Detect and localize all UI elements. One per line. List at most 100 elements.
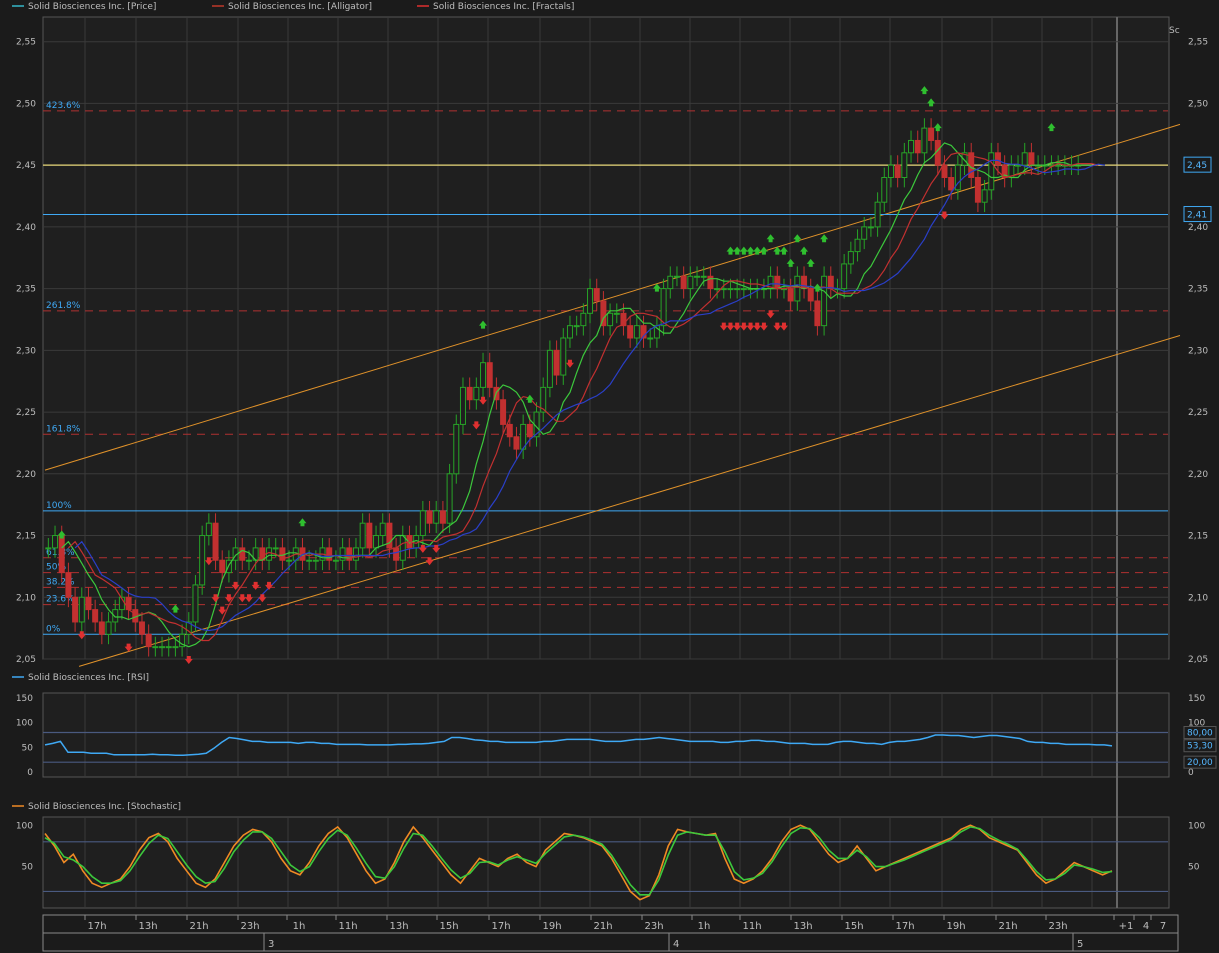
candle-up — [245, 559, 252, 562]
current-price-value: 2,45 — [1187, 161, 1207, 171]
candle-down — [627, 325, 634, 339]
candle-up — [379, 522, 386, 537]
candle-down — [941, 164, 948, 178]
scale-label: Sc — [1169, 26, 1180, 36]
candle-down — [506, 423, 513, 438]
candle-up — [286, 559, 293, 562]
x-tick-label: 23h — [1048, 921, 1067, 932]
candle-up — [734, 288, 741, 291]
candle-down — [914, 139, 921, 154]
candle-down — [92, 609, 99, 623]
candle-down — [787, 288, 794, 302]
legend-label: Solid Biosciences Inc. [Fractals] — [433, 2, 574, 12]
rsi-legend-label: Solid Biosciences Inc. [RSI] — [28, 673, 149, 683]
candle-up — [633, 325, 640, 339]
candle-up — [881, 177, 888, 203]
stoch-legend-label: Solid Biosciences Inc. [Stochastic] — [28, 802, 181, 812]
candle-up — [172, 646, 179, 649]
candle-down — [98, 621, 105, 635]
stoch-tick-right: 50 — [1188, 863, 1200, 873]
y-tick-right: 2,30 — [1188, 346, 1208, 356]
candle-up — [205, 522, 212, 537]
candle-down — [807, 288, 814, 302]
y-tick-right: 2,55 — [1188, 38, 1208, 48]
y-tick-right: 2,35 — [1188, 285, 1208, 295]
y-tick-right: 2,15 — [1188, 532, 1208, 542]
candle-up — [419, 510, 426, 537]
candle-up — [1021, 152, 1028, 166]
candle-up — [587, 288, 594, 314]
y-tick-left: 2,55 — [16, 38, 36, 48]
candle-up — [566, 325, 573, 339]
x-tick-label: 13h — [138, 921, 157, 932]
candle-up — [546, 349, 553, 388]
trading-chart[interactable]: 2,55 2,55 2,50 2,50 2,45 2,45 2,40 2,40 2,35 2,35… — [0, 0, 1219, 953]
y-tick-left: 2,10 — [16, 593, 36, 603]
candle-down — [366, 522, 373, 549]
candle-down — [948, 177, 955, 191]
price-panel — [42, 16, 1170, 660]
level-value: 2,41 — [1187, 211, 1207, 221]
candle-up — [159, 646, 166, 649]
fib-level-label: 261.8% — [46, 301, 81, 311]
x-tick-label: 17h — [491, 921, 510, 932]
stoch-tick-left: 100 — [16, 821, 33, 831]
candle-up — [694, 275, 701, 278]
x-tick-label: 13h — [389, 921, 408, 932]
candle-up — [867, 226, 874, 229]
y-tick-right: 2,10 — [1188, 593, 1208, 603]
x-tick-label: 13h — [793, 921, 812, 932]
x-tick-label: 7 — [1160, 921, 1166, 932]
candle-up — [373, 535, 380, 549]
candle-down — [426, 510, 433, 524]
candle-up — [312, 559, 319, 562]
candle-up — [192, 584, 199, 623]
candle-up — [1055, 164, 1062, 167]
candle-up — [874, 201, 881, 228]
x-tick-label: 23h — [644, 921, 663, 932]
candle-down — [774, 275, 781, 290]
y-tick-left: 2,20 — [16, 470, 36, 480]
stochastic-panel — [42, 816, 1170, 909]
candle-up — [332, 559, 339, 562]
y-tick-left: 2,40 — [16, 223, 36, 233]
y-tick-right: 2,25 — [1188, 408, 1208, 418]
candle-up — [359, 522, 366, 549]
candle-down — [212, 522, 219, 561]
y-tick-left: 2,25 — [16, 408, 36, 418]
candle-down — [827, 275, 834, 290]
candle-down — [486, 362, 493, 388]
x-tick-label: 23h — [240, 921, 259, 932]
x-tick-label: 4 — [1143, 921, 1149, 932]
candle-up — [480, 362, 487, 388]
candle-up — [580, 312, 587, 327]
candle-up — [453, 423, 460, 475]
x-tick-label: 17h — [895, 921, 914, 932]
y-tick-right: 2,20 — [1188, 470, 1208, 480]
candle-down — [1028, 152, 1035, 166]
candle-up — [687, 275, 694, 290]
candle-up — [714, 288, 721, 291]
candle-up — [908, 139, 915, 154]
candle-down — [526, 423, 533, 438]
candle-up — [901, 152, 908, 179]
date-axis — [42, 932, 1179, 952]
candle-up — [560, 337, 567, 376]
x-tick-label: 21h — [998, 921, 1017, 932]
fib-level-label: 0% — [46, 624, 61, 634]
candle-down — [145, 633, 152, 648]
rsi-tick-left: 0 — [27, 768, 33, 778]
x-tick-label: 19h — [542, 921, 561, 932]
candle-down — [928, 127, 935, 141]
candle-down — [466, 386, 473, 401]
candle-up — [988, 152, 995, 191]
candle-down — [680, 275, 687, 290]
rsi-current-value: 53,30 — [1187, 742, 1213, 752]
candle-down — [85, 596, 92, 611]
candle-up — [647, 337, 654, 340]
candle-up — [727, 288, 734, 291]
candle-down — [500, 399, 507, 425]
y-tick-left: 2,35 — [16, 285, 36, 295]
y-tick-right: 2,50 — [1188, 99, 1208, 109]
candle-up — [673, 275, 680, 278]
